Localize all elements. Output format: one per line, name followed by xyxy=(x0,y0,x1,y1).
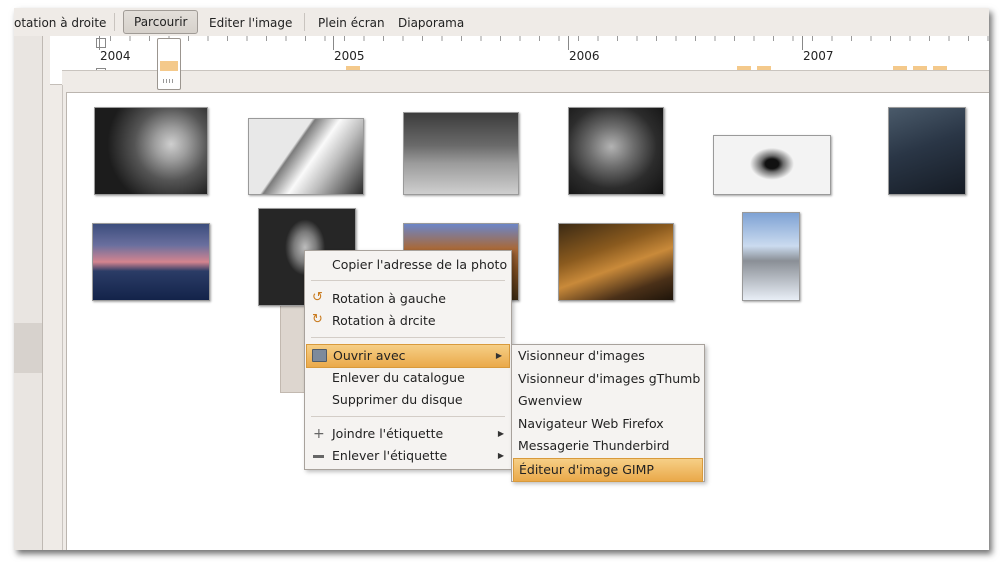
plus-icon: + xyxy=(313,426,325,442)
menu-item-rotate-left[interactable]: ↺ Rotation à gauche xyxy=(305,288,511,310)
photo-thumbnail[interactable] xyxy=(888,107,966,195)
folder-icon xyxy=(312,349,327,362)
photo-thumbnail[interactable] xyxy=(742,212,800,301)
submenu-arrow-icon: ▶ xyxy=(495,351,502,360)
grip-icon xyxy=(163,79,175,83)
submenu-item-label: Éditeur d'image GIMP xyxy=(519,462,654,477)
submenu-item-thunderbird[interactable]: Messagerie Thunderbird xyxy=(512,435,704,457)
open-with-submenu: Visionneur d'images Visionneur d'images … xyxy=(511,344,705,482)
menu-item-open-with[interactable]: Ouvrir avec ▶ xyxy=(306,344,510,368)
submenu-item-label: Visionneur d'images xyxy=(518,348,645,363)
menu-item-label: Joindre l'étiquette xyxy=(332,426,444,441)
photo-thumbnail[interactable] xyxy=(94,107,208,195)
minus-icon xyxy=(313,455,324,458)
menu-item-copy-address[interactable]: Copier l'adresse de la photo xyxy=(305,254,511,276)
submenu-item-gwenview[interactable]: Gwenview xyxy=(512,390,704,412)
sidebar-resize-handle[interactable] xyxy=(14,323,42,373)
timeline-scroll-gutter[interactable]: ◀ xyxy=(50,36,63,550)
sidebar-panel xyxy=(14,36,43,550)
photo-thumbnail[interactable] xyxy=(568,107,664,195)
context-menu: Copier l'adresse de la photo ↺ Rotation … xyxy=(304,250,512,470)
submenu-item-label: Gwenview xyxy=(518,393,583,408)
submenu-item-label: Messagerie Thunderbird xyxy=(518,438,670,453)
menu-item-rotate-right[interactable]: ↻ Rotation à drcite xyxy=(305,310,511,332)
menu-item-label: Enlever du catalogue xyxy=(332,370,465,385)
menu-item-label: Rotation à gauche xyxy=(332,291,446,306)
toolbar-separator xyxy=(304,13,305,31)
menu-item-remove-catalog[interactable]: Enlever du catalogue xyxy=(305,367,511,389)
submenu-item-gthumb[interactable]: Visionneur d'images gThumb xyxy=(512,368,704,390)
timeline-year: 2007 xyxy=(803,49,834,63)
submenu-arrow-icon: ▶ xyxy=(497,451,504,460)
menu-separator xyxy=(311,280,505,281)
photo-thumbnail[interactable] xyxy=(403,112,519,195)
menu-item-label: Copier l'adresse de la photo xyxy=(332,257,508,272)
menu-item-label: Rotation à drcite xyxy=(332,313,436,328)
rotate-right-button[interactable]: otation à droite xyxy=(14,12,106,34)
menu-separator xyxy=(311,337,505,338)
edit-image-button[interactable]: Editer l'image xyxy=(209,12,292,34)
photo-thumbnail[interactable] xyxy=(92,223,210,301)
slideshow-button[interactable]: Diaporama xyxy=(398,12,464,34)
submenu-item-gimp[interactable]: Éditeur d'image GIMP xyxy=(513,458,703,482)
submenu-item-image-viewer[interactable]: Visionneur d'images xyxy=(512,345,704,367)
submenu-item-firefox[interactable]: Navigateur Web Firefox xyxy=(512,413,704,435)
photo-thumbnail[interactable] xyxy=(558,223,674,301)
photo-thumbnail[interactable] xyxy=(248,118,364,195)
menu-item-delete-disk[interactable]: Supprimer du disque xyxy=(305,389,511,411)
photo-thumbnail[interactable] xyxy=(713,135,831,195)
menu-separator xyxy=(311,416,505,417)
app-window: otation à droite Parcourir Editer l'imag… xyxy=(14,8,989,550)
timeline-slider-fill xyxy=(160,61,178,71)
timeline-slider[interactable] xyxy=(157,38,181,90)
menu-item-label: Supprimer du disque xyxy=(332,392,463,407)
fullscreen-button[interactable]: Plein écran xyxy=(318,12,385,34)
timeline-year: 2006 xyxy=(569,49,600,63)
timeline-year: 2004 xyxy=(100,49,131,63)
submenu-item-label: Navigateur Web Firefox xyxy=(518,416,664,431)
timeline-minor-ticks xyxy=(110,36,989,41)
rotate-right-icon: ↻ xyxy=(312,312,323,327)
menu-item-label: Ouvrir avec xyxy=(333,348,406,363)
browse-button[interactable]: Parcourir xyxy=(123,10,199,34)
toolbar-separator xyxy=(114,13,115,31)
timeline-start-handle[interactable] xyxy=(96,38,106,48)
rotate-left-icon: ↺ xyxy=(312,290,323,305)
menu-item-label: Enlever l'étiquette xyxy=(332,448,448,463)
timeline-strip xyxy=(62,70,989,85)
submenu-item-label: Visionneur d'images gThumb xyxy=(518,371,701,386)
timeline-tick xyxy=(99,36,100,50)
submenu-arrow-icon: ▶ xyxy=(497,429,504,438)
menu-item-attach-tag[interactable]: + Joindre l'étiquette ▶ xyxy=(305,423,511,445)
timeline-year: 2005 xyxy=(334,49,365,63)
menu-item-remove-tag[interactable]: Enlever l'étiquette ▶ xyxy=(305,445,511,467)
